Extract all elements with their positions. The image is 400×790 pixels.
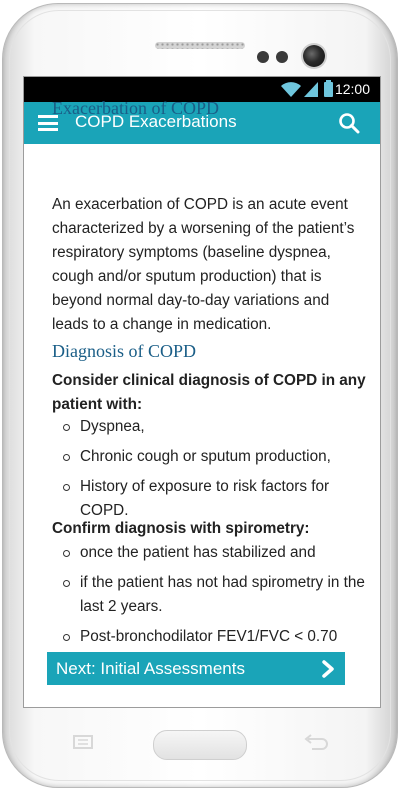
wifi-icon [281,82,301,97]
status-time: 12:00 [334,81,370,97]
bullet-icon [63,580,70,587]
next-button[interactable]: Next: Initial Assessments [47,652,345,685]
list-item: once the patient has stabilized and [52,541,372,565]
bullet-icon [63,634,70,641]
search-icon[interactable] [338,112,360,134]
clinical-diagnosis-lead: Consider clinical diagnosis of COPD in a… [52,372,366,413]
clinical-criteria-list: Dyspnea, Chronic cough or sputum product… [52,415,372,529]
list-item: Dyspnea, [52,415,372,439]
section-title-diagnosis: Diagnosis of COPD [52,341,197,361]
light-sensor [276,51,288,63]
exacerbation-paragraph: An exacerbation of COPD is an acute even… [52,196,355,333]
spirometry-lead: Confirm diagnosis with spirometry: [52,520,310,537]
list-item-text: History of exposure to risk factors for … [80,478,330,519]
list-item: Post-bronchodilator FEV1/FVC < 0.70 [52,625,372,649]
proximity-sensor [257,51,269,63]
hardware-home-button[interactable] [153,730,247,760]
list-item-text: Dyspnea, [80,418,145,435]
list-item: History of exposure to risk factors for … [52,475,372,523]
chevron-right-icon [322,660,334,678]
list-item: if the patient has not had spirometry in… [52,571,372,619]
screen: 12:00 COPD Exacerbations Exacerbation of… [23,76,381,708]
bullet-icon [63,454,70,461]
hardware-menu-key[interactable] [70,733,96,751]
list-item: Chronic cough or sputum production, [52,445,372,469]
bullet-icon [63,484,70,491]
list-item-text: if the patient has not had spirometry in… [80,574,365,615]
signal-icon [304,82,318,97]
front-camera [303,45,325,67]
list-item-text: Chronic cough or sputum production, [80,448,331,465]
next-button-label: Next: Initial Assessments [56,659,245,678]
hardware-back-key[interactable] [302,733,330,751]
list-item-text: once the patient has stabilized and [80,544,316,561]
bullet-icon [63,550,70,557]
spirometry-criteria-list: once the patient has stabilized and if t… [52,541,372,655]
bullet-icon [63,424,70,431]
earpiece-speaker [155,42,245,49]
list-item-text: Post-bronchodilator FEV1/FVC < 0.70 [80,628,338,645]
battery-icon [324,80,333,97]
section-title-exacerbation: Exacerbation of COPD [52,98,219,118]
